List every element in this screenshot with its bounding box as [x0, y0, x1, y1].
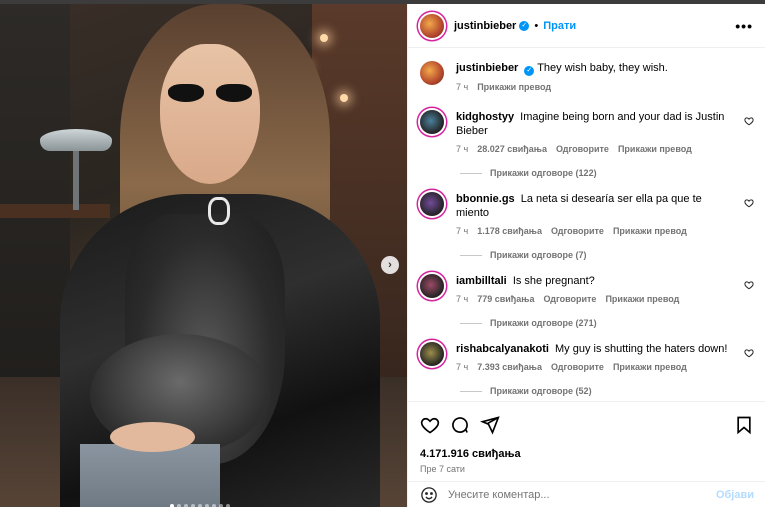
- more-options-icon[interactable]: •••: [735, 18, 753, 34]
- comment-item: bbonnie.gs La neta si desearía ser ella …: [420, 192, 754, 260]
- bookmark-icon[interactable]: [734, 415, 754, 435]
- author-username[interactable]: justinbieber: [454, 20, 516, 32]
- view-replies-button[interactable]: Прикажи одговоре (52): [460, 386, 754, 396]
- emoji-icon[interactable]: [420, 486, 438, 504]
- comment-item: kidghostyy Imagine being born and your d…: [420, 110, 754, 178]
- post-actions: 4.171.916 свиђања Пре 7 сати: [408, 401, 765, 474]
- heart-icon[interactable]: [420, 415, 440, 435]
- reply-button[interactable]: Одговорите: [543, 294, 596, 304]
- next-slide-button[interactable]: ›: [381, 256, 399, 274]
- caption-text: They wish baby, they wish.: [537, 62, 668, 74]
- translate-link[interactable]: Прикажи превод: [605, 294, 679, 304]
- view-replies-label: Прикажи одговоре (122): [490, 168, 597, 178]
- comment-heart-icon[interactable]: [744, 280, 754, 290]
- likes-count[interactable]: 4.171.916 свиђања: [420, 448, 754, 460]
- post-comment-button[interactable]: Објави: [716, 489, 754, 501]
- comment-heart-icon[interactable]: [744, 348, 754, 358]
- comment-username[interactable]: iambilltali: [456, 275, 507, 287]
- comment-text: Is she pregnant?: [512, 275, 595, 287]
- comments-list[interactable]: justinbieber ✓ They wish baby, they wish.…: [408, 49, 765, 401]
- divider: [460, 172, 482, 174]
- reply-button[interactable]: Одговорите: [551, 226, 604, 236]
- divider: [460, 322, 482, 324]
- reply-button[interactable]: Одговорите: [556, 144, 609, 154]
- comment-username[interactable]: kidghostyy: [456, 111, 514, 123]
- comment-item: rishabcalyanakoti My guy is shutting the…: [420, 342, 754, 396]
- view-replies-button[interactable]: Прикажи одговоре (7): [460, 250, 754, 260]
- comment-heart-icon[interactable]: [744, 116, 754, 126]
- caption: justinbieber ✓ They wish baby, they wish.…: [420, 61, 754, 92]
- comment-username[interactable]: bbonnie.gs: [456, 193, 515, 205]
- avatar[interactable]: [420, 61, 444, 85]
- photo-lamp: [73, 150, 79, 210]
- translate-link[interactable]: Прикажи превод: [618, 144, 692, 154]
- comment-time[interactable]: 7 ч: [456, 144, 468, 154]
- separator: •: [534, 19, 539, 32]
- avatar[interactable]: [420, 342, 444, 366]
- comment-likes[interactable]: 7.393 свиђања: [477, 362, 542, 372]
- avatar[interactable]: [420, 13, 444, 38]
- comment-time[interactable]: 7 ч: [456, 362, 468, 372]
- verified-icon: ✓: [524, 66, 535, 76]
- divider: [460, 254, 482, 256]
- view-replies-button[interactable]: Прикажи одговоре (122): [460, 168, 754, 178]
- translate-link[interactable]: Прикажи превод: [477, 82, 551, 92]
- comment-icon[interactable]: [450, 415, 470, 435]
- photo-subject: [80, 444, 220, 507]
- post-time[interactable]: Пре 7 сати: [420, 464, 754, 474]
- photo-table: [0, 204, 110, 218]
- follow-button[interactable]: Прати: [543, 20, 576, 32]
- photo-light: [320, 34, 328, 42]
- comment-input[interactable]: [448, 488, 716, 501]
- add-comment-bar: Објави: [408, 481, 765, 507]
- comment-username[interactable]: rishabcalyanakoti: [456, 343, 549, 355]
- avatar[interactable]: [420, 192, 444, 216]
- avatar[interactable]: [420, 110, 444, 134]
- photo-lamp: [40, 129, 112, 151]
- reply-button[interactable]: Одговорите: [551, 362, 604, 372]
- comment-heart-icon[interactable]: [744, 198, 754, 208]
- divider: [460, 390, 482, 392]
- comment-likes[interactable]: 1.178 свиђања: [477, 226, 542, 236]
- post-photo[interactable]: ›: [0, 4, 407, 507]
- post-header: justinbieber ✓ • Прати •••: [408, 4, 765, 48]
- comment-time[interactable]: 7 ч: [456, 226, 468, 236]
- comment-likes[interactable]: 779 свиђања: [477, 294, 534, 304]
- photo-subject: [110, 422, 195, 452]
- photo-light: [340, 94, 348, 102]
- view-replies-button[interactable]: Прикажи одговоре (271): [460, 318, 754, 328]
- comment-text: My guy is shutting the haters down!: [555, 343, 728, 355]
- view-replies-label: Прикажи одговоре (52): [490, 386, 592, 396]
- share-icon[interactable]: [480, 415, 500, 435]
- photo-subject: [168, 84, 254, 104]
- caption-username[interactable]: justinbieber: [456, 62, 518, 74]
- photo-subject: [160, 44, 260, 184]
- caption-time[interactable]: 7 ч: [456, 82, 468, 92]
- translate-link[interactable]: Прикажи превод: [613, 226, 687, 236]
- verified-icon: ✓: [519, 20, 530, 31]
- photo-subject: [208, 197, 230, 225]
- view-replies-label: Прикажи одговоре (271): [490, 318, 597, 328]
- translate-link[interactable]: Прикажи превод: [613, 362, 687, 372]
- comment-time[interactable]: 7 ч: [456, 294, 468, 304]
- post-side-panel: justinbieber ✓ • Прати ••• justinbieber ✓…: [407, 4, 765, 507]
- comment-item: iambilltali Is she pregnant? 7 ч 779 свиђа…: [420, 274, 754, 328]
- avatar[interactable]: [420, 274, 444, 298]
- view-replies-label: Прикажи одговоре (7): [490, 250, 587, 260]
- comment-likes[interactable]: 28.027 свиђања: [477, 144, 547, 154]
